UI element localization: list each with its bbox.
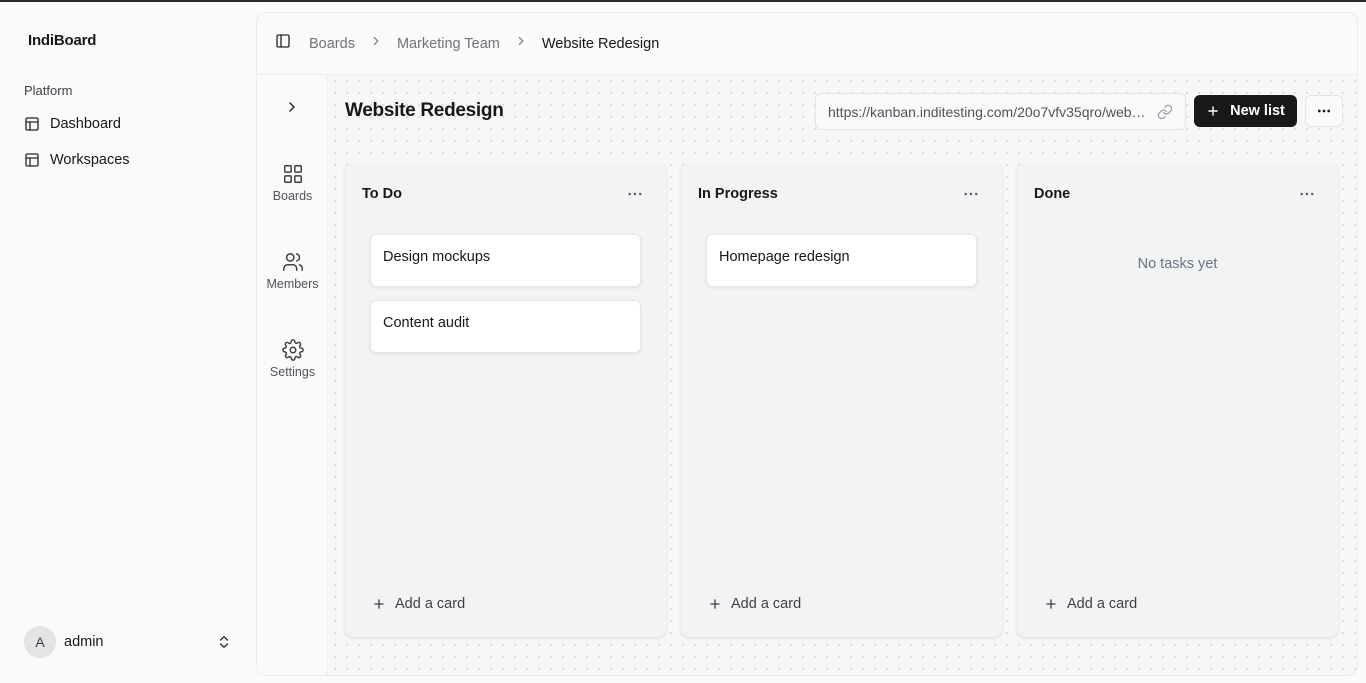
add-card-button[interactable]: Add a card <box>372 596 465 612</box>
sidebar-item-label: Dashboard <box>50 116 121 132</box>
plus-icon <box>1208 106 1218 116</box>
new-list-label: New list <box>1230 103 1285 119</box>
add-card-button[interactable]: Add a card <box>1044 596 1137 612</box>
board-more-button[interactable] <box>1305 95 1343 127</box>
panel-left-icon <box>276 34 290 48</box>
rail-item-members[interactable]: Members <box>257 251 328 291</box>
breadcrumb-workspace[interactable]: Marketing Team <box>397 36 500 52</box>
breadcrumb: Boards Marketing Team Website Redesign <box>309 34 659 53</box>
add-card-button[interactable]: Add a card <box>708 596 801 612</box>
grid-icon <box>283 165 302 183</box>
add-card-label: Add a card <box>731 596 802 612</box>
list-title: Done <box>1034 186 1071 202</box>
more-horizontal-icon <box>1318 109 1330 113</box>
share-url-field[interactable]: https://kanban.inditesting.com/20o7vfv35… <box>815 93 1186 130</box>
rail-item-label: Boards <box>272 189 313 203</box>
board-title: Website Redesign <box>345 100 504 121</box>
board-canvas: Website Redesign https://kanban.inditest… <box>329 75 1357 675</box>
main-panel: Boards Marketing Team Website Redesign B… <box>256 12 1358 676</box>
list-done: Done No tasks yet Add a card <box>1017 163 1338 637</box>
plus-icon <box>710 599 720 609</box>
user-menu-button[interactable]: A admin <box>16 624 240 660</box>
top-bar: Boards Marketing Team Website Redesign <box>257 13 1357 75</box>
breadcrumb-boards[interactable]: Boards <box>309 36 355 52</box>
task-card[interactable]: Homepage redesign <box>706 234 977 287</box>
layout-icon <box>25 117 39 131</box>
add-card-label: Add a card <box>1067 596 1138 612</box>
rail-item-settings[interactable]: Settings <box>257 339 328 379</box>
share-url-text: https://kanban.inditesting.com/20o7vfv35… <box>828 103 1149 120</box>
sidebar-item-dashboard[interactable]: Dashboard <box>16 108 240 140</box>
more-horizontal-icon[interactable] <box>1298 185 1316 203</box>
user-name: admin <box>64 634 104 650</box>
users-icon <box>282 253 303 271</box>
add-card-label: Add a card <box>395 596 466 612</box>
empty-list-text: No tasks yet <box>1137 256 1218 272</box>
chevron-right-icon[interactable] <box>284 99 300 115</box>
task-card[interactable]: Content audit <box>370 300 641 353</box>
chevrons-up-down-icon <box>220 636 228 648</box>
new-list-button[interactable]: New list <box>1194 95 1297 127</box>
layout-icon <box>25 153 39 167</box>
board-icon-rail: Boards Members Settings <box>257 75 328 675</box>
task-card[interactable]: Design mockups <box>370 234 641 287</box>
chevron-right-icon <box>514 34 528 53</box>
list-title: To Do <box>362 186 402 202</box>
more-horizontal-icon[interactable] <box>626 185 644 203</box>
app-sidebar: IndiBoard Platform Dashboard Workspaces … <box>0 2 256 683</box>
list-to-do: To Do Design mockups Content audit Add a… <box>345 163 666 637</box>
sidebar-toggle-button[interactable] <box>275 33 291 54</box>
list-title: In Progress <box>698 186 778 202</box>
rail-item-boards[interactable]: Boards <box>257 163 328 203</box>
plus-icon <box>1046 599 1056 609</box>
chevron-right-icon <box>369 34 383 53</box>
plus-icon <box>374 599 384 609</box>
rail-item-label: Settings <box>269 365 316 379</box>
sidebar-item-label: Workspaces <box>50 152 130 168</box>
link-icon[interactable] <box>1157 104 1173 120</box>
gear-icon <box>281 339 304 361</box>
breadcrumb-current: Website Redesign <box>541 35 660 52</box>
brand-name: IndiBoard <box>28 32 97 49</box>
rail-item-label: Members <box>266 277 319 291</box>
list-in-progress: In Progress Homepage redesign Add a card <box>681 163 1002 637</box>
avatar: A <box>24 626 56 658</box>
nav-group-label: Platform <box>24 83 73 98</box>
more-horizontal-icon[interactable] <box>962 185 980 203</box>
sidebar-item-workspaces[interactable]: Workspaces <box>16 144 240 176</box>
